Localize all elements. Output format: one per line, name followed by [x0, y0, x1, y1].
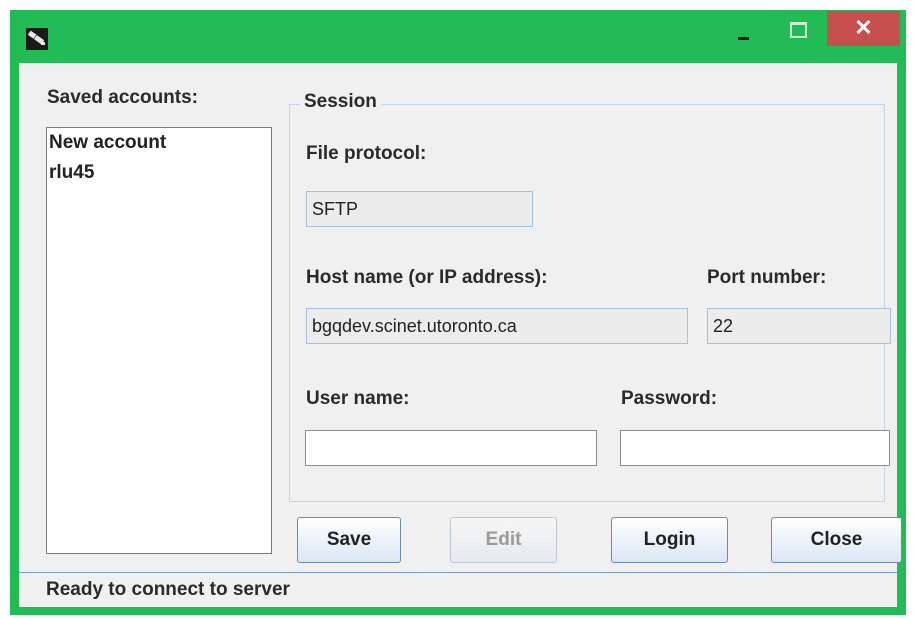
- maximize-icon: [790, 22, 807, 38]
- close-icon: ✕: [854, 15, 873, 40]
- password-label: Password:: [621, 388, 718, 409]
- app-window: ✕ Saved accounts: New account rlu45 Sess…: [10, 10, 906, 615]
- session-group-title: Session: [300, 91, 381, 113]
- status-text: Ready to connect to server: [46, 579, 290, 600]
- user-name-label: User name:: [306, 388, 410, 409]
- dialog-content: Saved accounts: New account rlu45 Sessio…: [19, 63, 902, 607]
- list-item[interactable]: rlu45: [49, 162, 94, 184]
- app-plug-icon[interactable]: [26, 28, 48, 50]
- host-name-field[interactable]: bgqdev.scinet.utoronto.ca: [306, 308, 688, 344]
- file-protocol-field[interactable]: SFTP: [306, 191, 533, 227]
- close-button[interactable]: Close: [771, 517, 902, 563]
- minimize-icon: [738, 37, 749, 40]
- close-window-button[interactable]: ✕: [827, 11, 900, 46]
- password-field[interactable]: [620, 430, 890, 466]
- host-name-label: Host name (or IP address):: [306, 267, 548, 288]
- list-item[interactable]: New account: [49, 132, 166, 154]
- maximize-button[interactable]: [780, 16, 822, 46]
- saved-accounts-label: Saved accounts:: [47, 87, 198, 108]
- login-button[interactable]: Login: [611, 517, 728, 563]
- status-separator: [19, 572, 897, 573]
- user-name-field[interactable]: [305, 430, 597, 466]
- saved-accounts-list[interactable]: New account rlu45: [46, 127, 272, 554]
- session-group: Session File protocol: SFTP Host name (o…: [289, 91, 891, 502]
- file-protocol-label: File protocol:: [306, 143, 427, 164]
- edit-button[interactable]: Edit: [450, 517, 557, 563]
- port-number-field[interactable]: 22: [707, 308, 891, 344]
- save-button[interactable]: Save: [297, 517, 401, 563]
- title-bar[interactable]: ✕: [10, 10, 906, 63]
- minimize-button[interactable]: [726, 16, 768, 46]
- port-number-label: Port number:: [707, 267, 827, 288]
